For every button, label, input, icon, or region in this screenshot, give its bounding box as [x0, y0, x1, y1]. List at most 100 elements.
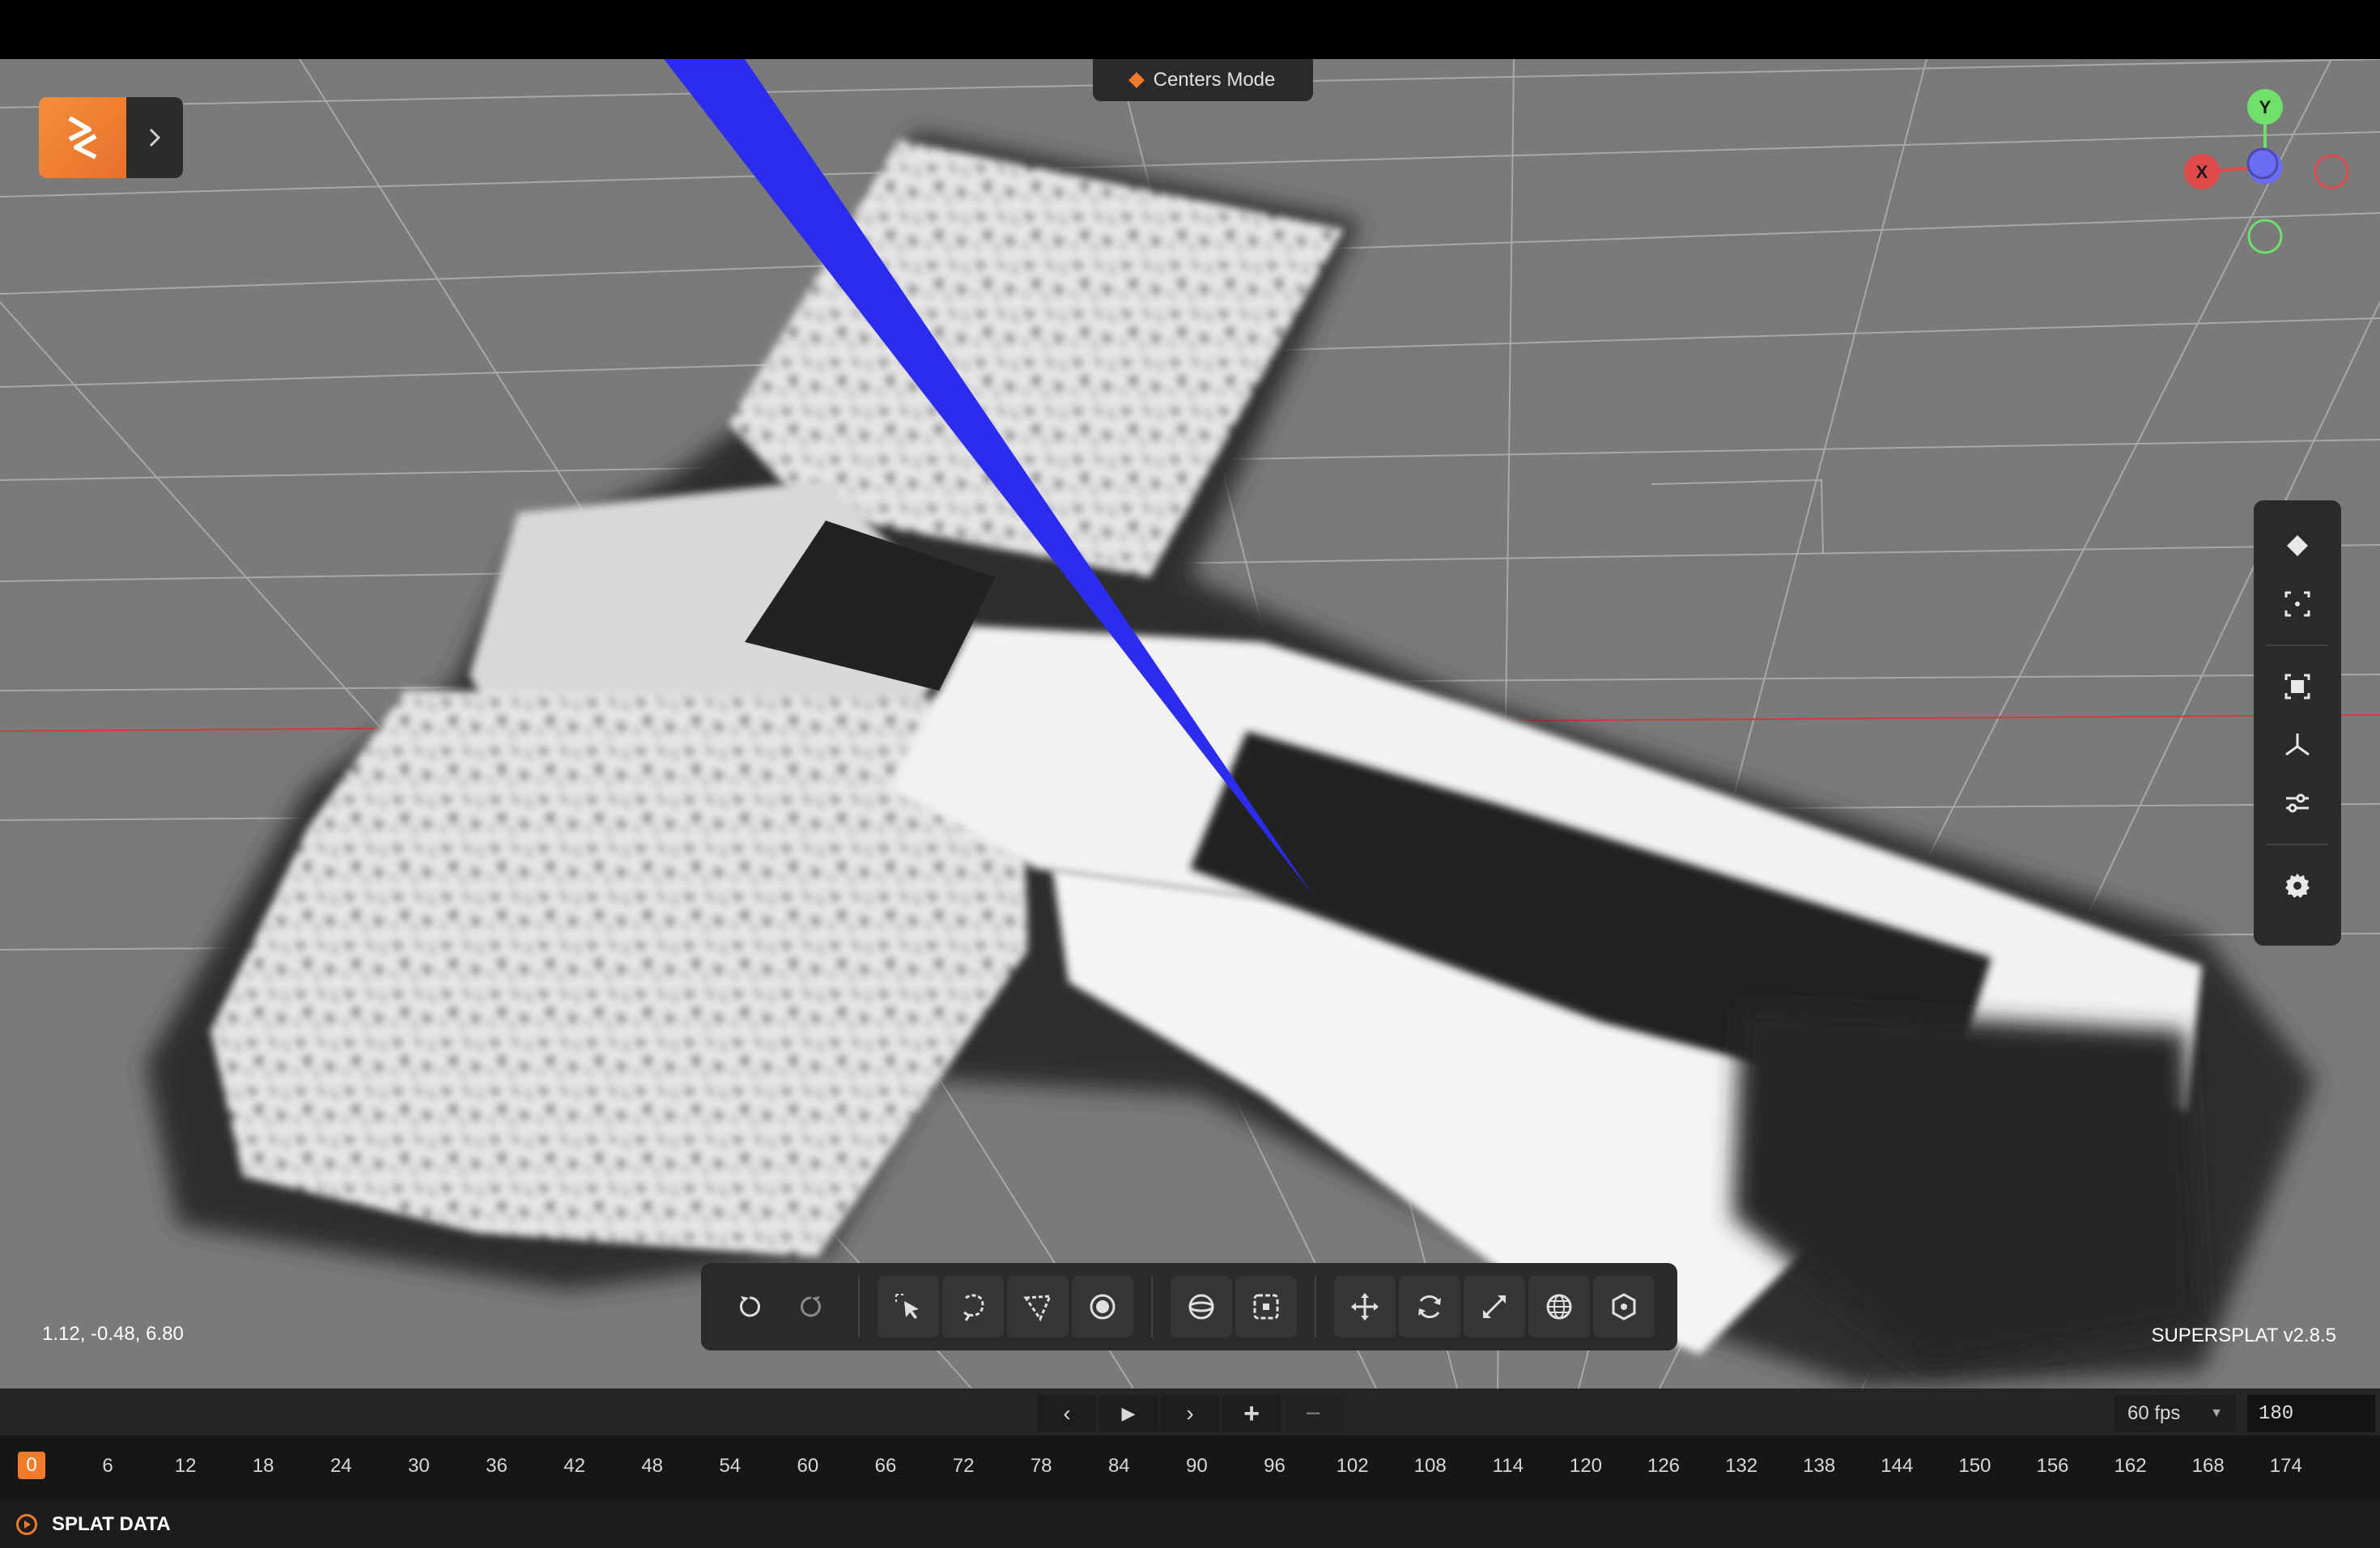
- app-menu: [39, 97, 183, 178]
- brush-select-button[interactable]: [1072, 1276, 1133, 1337]
- gizmo-x-negative[interactable]: [2314, 154, 2349, 189]
- bound-icon: [1612, 1293, 1636, 1320]
- timeline-ruler[interactable]: 0 6 12 18 24 30 36 42 48 54 60 66 72 78 84 90 96 102 108 1…: [0, 1435, 2380, 1500]
- toolbar-divider: [858, 1276, 860, 1337]
- rotate-icon: [1418, 1295, 1441, 1319]
- timeline-tick-label: 126: [1647, 1455, 1681, 1477]
- right-toolbar: [2254, 500, 2341, 946]
- gizmo-y-negative[interactable]: [2247, 219, 2283, 254]
- fps-select[interactable]: 60 fps ▼: [2114, 1395, 2236, 1432]
- timeline-tick-label: 114: [1492, 1455, 1524, 1477]
- timeline-tick-label: 120: [1569, 1455, 1602, 1477]
- timeline-panel: ‹ ▶ › + − 60 fps ▼ 0 6 12 18 24 30 36 42 48 54 60…: [0, 1389, 2380, 1548]
- timeline-tick-label: 156: [2036, 1455, 2069, 1477]
- chevron-down-icon: ▼: [2210, 1406, 2223, 1420]
- sphere-select-icon: [1188, 1294, 1214, 1320]
- fps-value: 60 fps: [2127, 1402, 2181, 1424]
- timeline-tick-label: 24: [329, 1455, 352, 1477]
- translate-icon: [1351, 1293, 1379, 1320]
- frames-input[interactable]: [2247, 1395, 2375, 1432]
- brush-select-icon: [1090, 1294, 1116, 1320]
- timeline-tick-label: 42: [563, 1455, 585, 1477]
- timeline-tick-label: 96: [1264, 1455, 1286, 1477]
- timeline-tick-label: 36: [486, 1455, 508, 1477]
- polygon-select-icon: [1023, 1295, 1052, 1322]
- gizmo-y-label: Y: [2259, 97, 2272, 117]
- mode-diamond-icon: [1128, 72, 1145, 88]
- frame-selection-button[interactable]: [2268, 575, 2327, 633]
- timeline-tick-label: 144: [1881, 1455, 1914, 1477]
- lasso-select-icon: [963, 1294, 984, 1321]
- mode-label: Centers Mode: [1153, 69, 1276, 91]
- toolbar-divider: [1151, 1276, 1153, 1337]
- timeline-controls: ‹ ▶ › + − 60 fps ▼: [0, 1389, 2380, 1435]
- timeline-tick-label: 168: [2191, 1455, 2225, 1477]
- prev-frame-button[interactable]: ‹: [1038, 1395, 1096, 1432]
- timeline-tick-label: 54: [719, 1455, 742, 1477]
- version-label: SUPERSPLAT v2.8.5: [2151, 1325, 2336, 1346]
- timeline-tick-label: 78: [1030, 1455, 1052, 1477]
- box-select-button[interactable]: [1235, 1276, 1297, 1337]
- timeline-tick-label: 132: [1725, 1455, 1758, 1477]
- toolbar-divider: [1315, 1276, 1316, 1337]
- panel-divider: [2267, 644, 2328, 646]
- view-options-button[interactable]: [2268, 774, 2327, 832]
- timeline-tick-label: 66: [874, 1455, 897, 1477]
- axes-icon: [2285, 734, 2310, 756]
- next-frame-button[interactable]: ›: [1161, 1395, 1219, 1432]
- play-circle-icon: [16, 1513, 37, 1535]
- logo-button[interactable]: [39, 97, 126, 178]
- bottom-toolbar: [701, 1263, 1677, 1350]
- redo-icon: [801, 1296, 821, 1317]
- scale-icon: [1483, 1295, 1506, 1318]
- splat-track[interactable]: SPLAT DATA: [0, 1500, 2380, 1548]
- timeline-tick-label: 48: [641, 1455, 664, 1477]
- timeline-tick-label: 174: [2269, 1455, 2302, 1477]
- timeline-tick-label: 72: [952, 1455, 975, 1477]
- axes-button[interactable]: [2268, 716, 2327, 774]
- timeline-tick-label: 60: [797, 1455, 819, 1477]
- current-frame-marker[interactable]: 0: [18, 1452, 45, 1479]
- sliders-icon: [2286, 793, 2309, 813]
- add-key-button[interactable]: +: [1222, 1395, 1281, 1432]
- scale-button[interactable]: [1464, 1276, 1525, 1337]
- timeline-tick-label: 30: [408, 1455, 430, 1477]
- add-keyframe-button[interactable]: [2268, 517, 2327, 575]
- translate-button[interactable]: [1334, 1276, 1396, 1337]
- supersplat-logo-icon: [68, 116, 97, 159]
- chevron-right-icon: [149, 128, 161, 147]
- orientation-gizmo[interactable]: Y X: [2170, 84, 2364, 262]
- timeline-tick-label: 138: [1803, 1455, 1836, 1477]
- redo-button[interactable]: [780, 1276, 842, 1337]
- timeline-tick-label: 150: [1958, 1455, 1991, 1477]
- splat-track-label: SPLAT DATA: [52, 1512, 171, 1535]
- frame-selection-icon: [2284, 591, 2310, 617]
- panel-divider: [2267, 844, 2328, 845]
- polygon-select-button[interactable]: [1007, 1276, 1069, 1337]
- timeline-tick-label: 108: [1413, 1455, 1447, 1477]
- world-space-button[interactable]: [1528, 1276, 1590, 1337]
- window-top-bar: [0, 0, 2380, 59]
- keyframe-icon: [2287, 535, 2308, 556]
- undo-button[interactable]: [719, 1276, 780, 1337]
- settings-button[interactable]: [2268, 857, 2327, 915]
- 3d-viewport[interactable]: [0, 59, 2380, 1389]
- settings-icon: [2285, 874, 2310, 898]
- mode-indicator: Centers Mode: [1093, 59, 1313, 101]
- lasso-select-button[interactable]: [942, 1276, 1004, 1337]
- cursor-coordinates: 1.12, -0.48, 6.80: [42, 1323, 184, 1345]
- expand-menu-button[interactable]: [126, 97, 183, 178]
- box-select-icon: [1253, 1294, 1279, 1320]
- undo-icon: [740, 1296, 760, 1317]
- world-space-icon: [1546, 1294, 1572, 1320]
- focus-button[interactable]: [2268, 657, 2327, 716]
- picker-select-button[interactable]: [878, 1276, 939, 1337]
- rotate-button[interactable]: [1399, 1276, 1460, 1337]
- timeline-tick-label: 84: [1107, 1455, 1130, 1477]
- timeline-tick-label: 102: [1336, 1455, 1369, 1477]
- play-button[interactable]: ▶: [1099, 1395, 1158, 1432]
- sphere-select-button[interactable]: [1171, 1276, 1232, 1337]
- splat-scene: [0, 59, 2380, 1389]
- bound-button[interactable]: [1593, 1276, 1655, 1337]
- remove-key-button[interactable]: −: [1284, 1395, 1342, 1432]
